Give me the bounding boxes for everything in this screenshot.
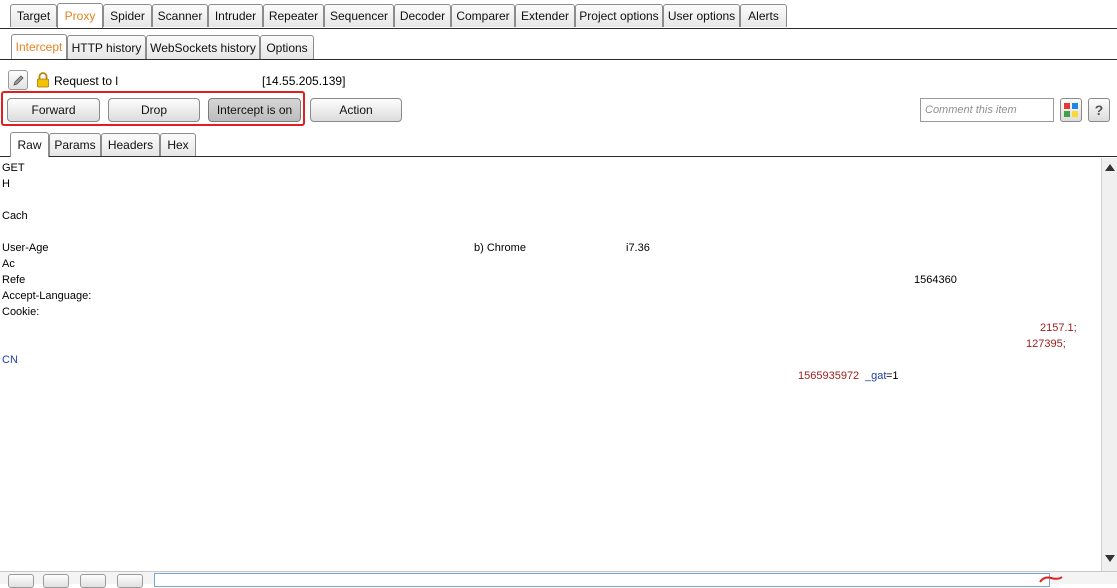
tab-user-options[interactable]: User options (663, 4, 740, 27)
request-line-referer: Refe (2, 274, 26, 286)
tab-spider[interactable]: Spider (103, 4, 152, 27)
main-tab-divider (0, 28, 1117, 29)
request-line-method: GET (2, 162, 25, 174)
request-line-accept-language: Accept-Language: (2, 290, 92, 302)
highlight-color-button[interactable] (1060, 98, 1082, 122)
tab-hex[interactable]: Hex (160, 133, 196, 156)
search-previous-button[interactable] (43, 574, 69, 588)
tab-decoder[interactable]: Decoder (394, 4, 451, 27)
help-icon: ? (1094, 102, 1104, 118)
forward-button[interactable]: Forward (7, 98, 100, 122)
message-tab-divider (0, 156, 1117, 157)
request-line-cookie: Cookie: (2, 306, 40, 318)
intercept-toggle-button[interactable]: Intercept is on (208, 98, 301, 122)
tab-options[interactable]: Options (260, 35, 314, 59)
user-agent-chrome: b) Chrome (474, 242, 526, 254)
comment-field[interactable] (920, 98, 1054, 122)
request-line-accept: Ac (2, 258, 15, 270)
tab-comparer[interactable]: Comparer (451, 4, 515, 27)
tab-proxy[interactable]: Proxy (57, 3, 103, 28)
request-line-user-agent: User-Age (2, 242, 49, 254)
tab-intercept[interactable]: Intercept (11, 34, 67, 59)
referer-tail: 1564360 (914, 274, 957, 286)
cookie-value-gat: =1 (886, 370, 899, 382)
cookie-value-tail-1: 2157.1; (1040, 322, 1077, 334)
lock-icon (37, 72, 49, 88)
search-add-button[interactable] (80, 574, 106, 588)
tab-project-options[interactable]: Project options (575, 4, 663, 27)
scroll-up-arrow-icon[interactable] (1105, 164, 1115, 171)
tab-websockets-history[interactable]: WebSockets history (146, 35, 260, 59)
cookie-timestamp: 1565935972 (798, 370, 860, 382)
request-line-cache: Cach (2, 210, 28, 222)
search-input[interactable] (154, 573, 1050, 587)
cookie-name-cn: CN (2, 354, 18, 366)
tab-scanner[interactable]: Scanner (152, 4, 208, 27)
request-line-host: H (2, 178, 10, 190)
tab-intruder[interactable]: Intruder (208, 4, 263, 27)
cookie-name-gat: _gat (865, 370, 887, 382)
cookie-value-tail-2: 127395; (1026, 338, 1066, 350)
pencil-icon (12, 74, 24, 86)
action-button[interactable]: Action (310, 98, 402, 122)
scroll-down-arrow-icon[interactable] (1105, 555, 1115, 562)
edit-button[interactable] (8, 70, 28, 90)
request-ip: [14.55.205.139] (262, 74, 346, 88)
color-grid-icon (1064, 103, 1078, 117)
tab-headers[interactable]: Headers (101, 133, 160, 156)
search-help-button[interactable] (8, 574, 34, 588)
request-editor[interactable]: GET H Cach User-Age b) Chrome i7.36 Ac R… (0, 158, 1100, 570)
tab-http-history[interactable]: HTTP history (67, 35, 146, 59)
request-target-label: Request to l (54, 74, 119, 88)
help-button[interactable]: ? (1088, 98, 1110, 122)
tab-params[interactable]: Params (49, 133, 101, 156)
proxy-tab-divider (0, 59, 1117, 60)
user-agent-version-tail: i7.36 (626, 242, 650, 254)
tab-alerts[interactable]: Alerts (740, 4, 787, 27)
tab-repeater[interactable]: Repeater (263, 4, 324, 27)
editor-scrollbar[interactable] (1101, 158, 1117, 571)
search-next-button[interactable] (117, 574, 143, 588)
tab-target[interactable]: Target (10, 4, 57, 27)
tab-raw[interactable]: Raw (10, 132, 49, 157)
tab-extender[interactable]: Extender (515, 4, 575, 27)
drop-button[interactable]: Drop (108, 98, 200, 122)
tab-sequencer[interactable]: Sequencer (324, 4, 394, 27)
annotation-mark (1039, 576, 1063, 583)
